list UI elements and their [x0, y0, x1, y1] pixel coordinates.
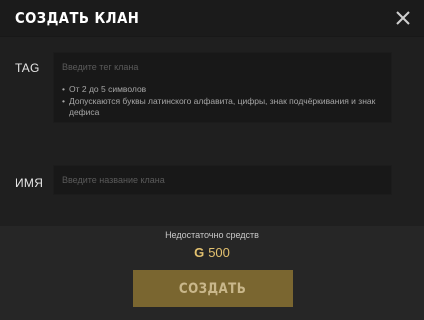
tag-hint-allowed-chars: Допускаются буквы латинского алфавита, ц…: [62, 96, 387, 119]
create-clan-dialog: Создать клан TAG От 2 до 5 символов Допу…: [0, 0, 424, 320]
dialog-title: Создать клан: [15, 9, 140, 27]
price: G 500: [0, 245, 424, 261]
name-input[interactable]: [54, 166, 391, 194]
tag-hint-length: От 2 до 5 символов: [62, 84, 387, 96]
tag-input[interactable]: [54, 53, 391, 81]
name-field-box: [53, 165, 392, 195]
insufficient-funds-text: Недостаточно средств: [165, 230, 259, 240]
tag-label: TAG: [15, 61, 40, 75]
tag-hints: От 2 до 5 символов Допускаются буквы лат…: [62, 84, 387, 119]
create-button[interactable]: Создать: [133, 270, 293, 307]
gold-currency-icon: G: [194, 245, 205, 260]
close-icon[interactable]: [394, 9, 412, 27]
name-label: Имя: [15, 176, 44, 190]
create-button-label: Создать: [179, 280, 247, 297]
dialog-header: Создать клан: [0, 0, 424, 37]
price-value: 500: [208, 245, 230, 260]
